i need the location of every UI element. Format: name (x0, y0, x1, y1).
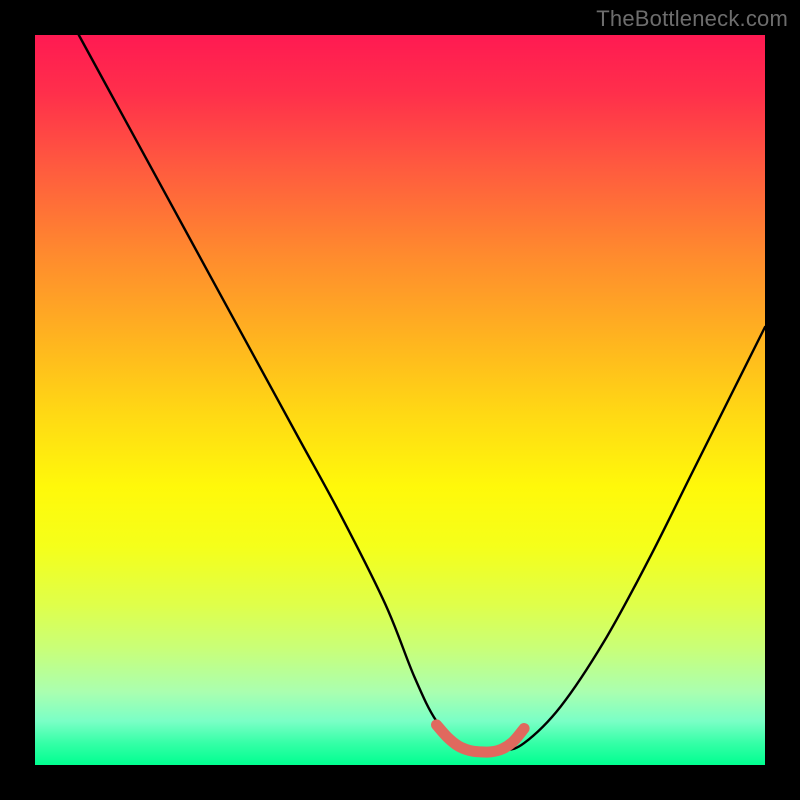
chart-svg (35, 35, 765, 765)
plot-area (35, 35, 765, 765)
black-curve-path (79, 35, 765, 751)
watermark-text: TheBottleneck.com (596, 6, 788, 32)
chart-frame: TheBottleneck.com (0, 0, 800, 800)
red-minimum-band-path (437, 725, 525, 752)
